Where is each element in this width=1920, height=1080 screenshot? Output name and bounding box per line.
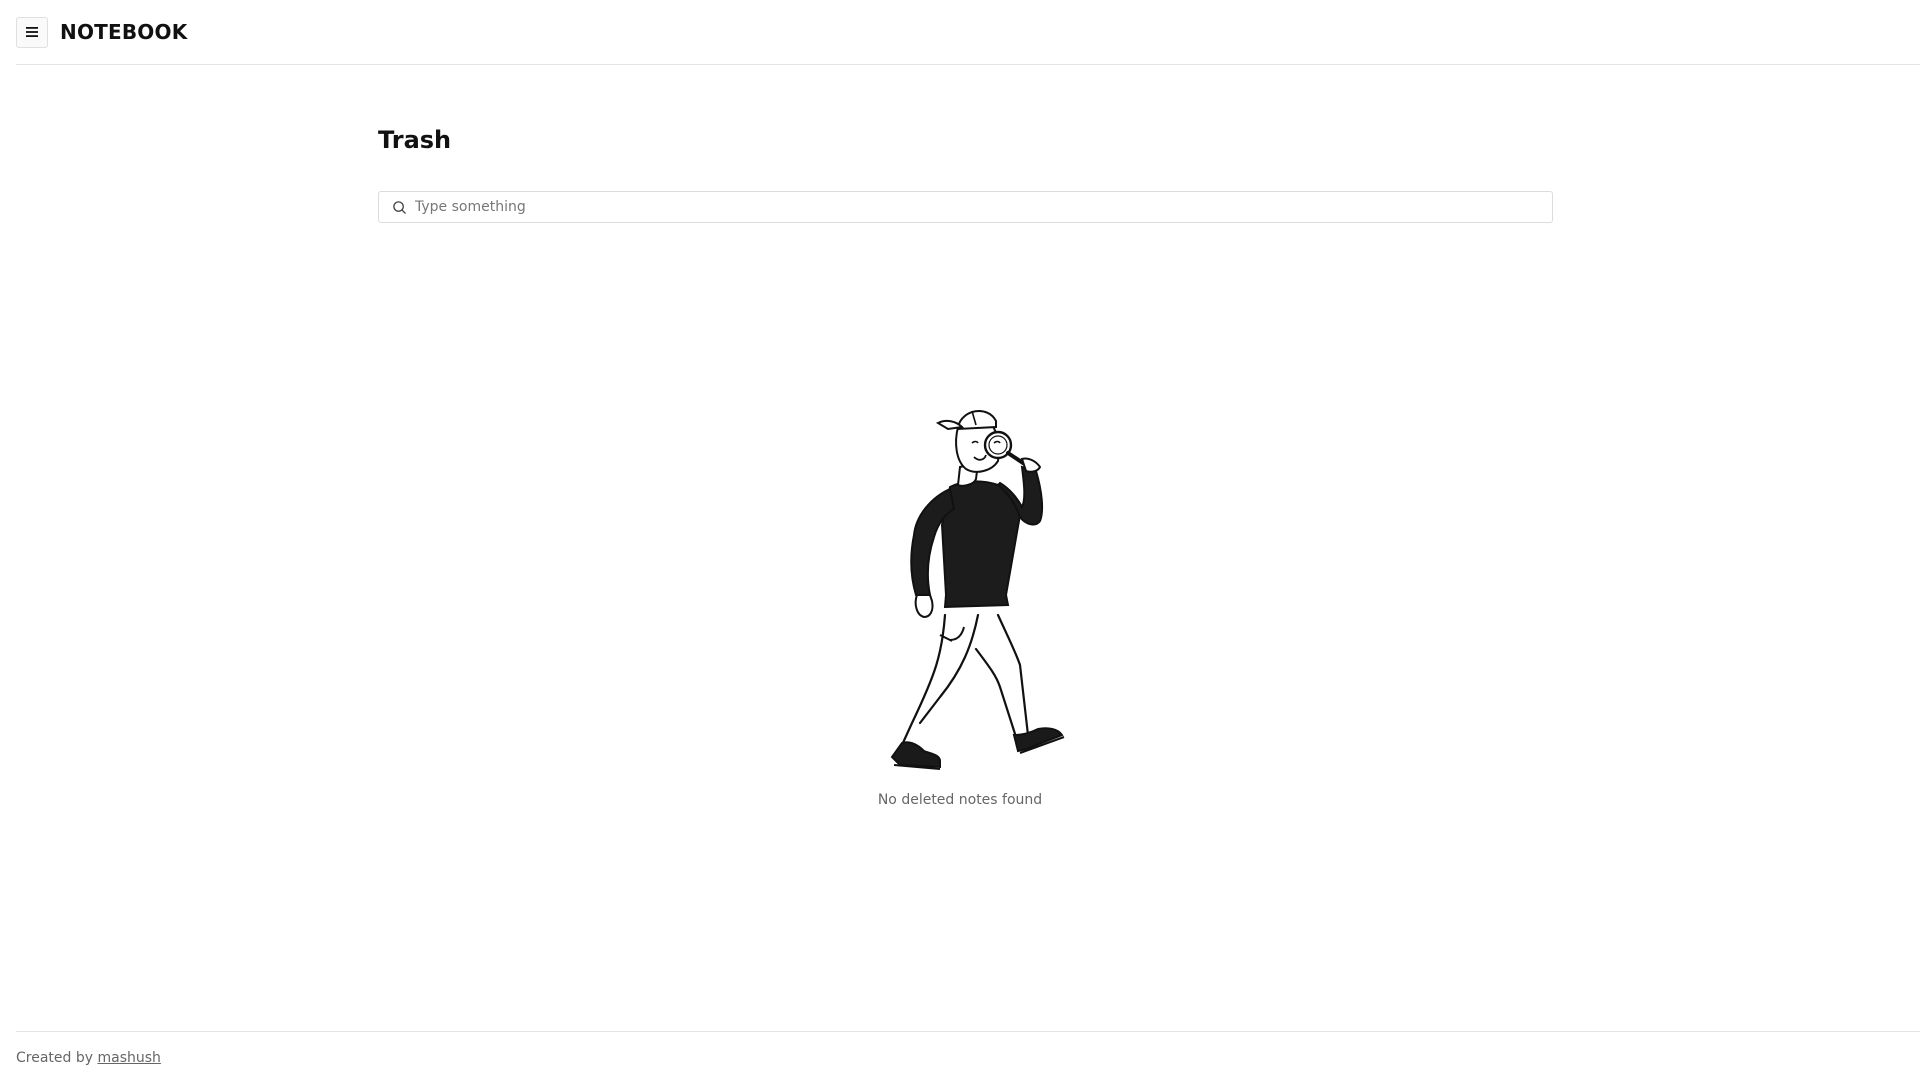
person-with-magnifying-glass-illustration (890, 410, 1065, 770)
search-input[interactable] (415, 193, 1535, 221)
footer: Created by mashush (16, 1031, 1920, 1080)
menu-button[interactable] (16, 16, 48, 48)
empty-state-message: No deleted notes found (877, 792, 1043, 808)
top-bar: NOTEBOOK (16, 0, 1920, 65)
app-root: NOTEBOOK Trash Type something No deleted… (0, 0, 1920, 1080)
search-icon (390, 198, 408, 216)
main-content: Trash (378, 65, 1553, 223)
footer-credit: Created by mashush (16, 1050, 161, 1066)
footer-prefix: Created by (16, 1050, 94, 1066)
app-logo[interactable]: NOTEBOOK (60, 20, 187, 44)
author-link[interactable]: mashush (97, 1050, 160, 1066)
hamburger-menu-icon (26, 27, 38, 37)
search-box[interactable] (378, 191, 1553, 223)
empty-state: No deleted notes found (0, 405, 1920, 808)
page-title: Trash (378, 126, 452, 154)
